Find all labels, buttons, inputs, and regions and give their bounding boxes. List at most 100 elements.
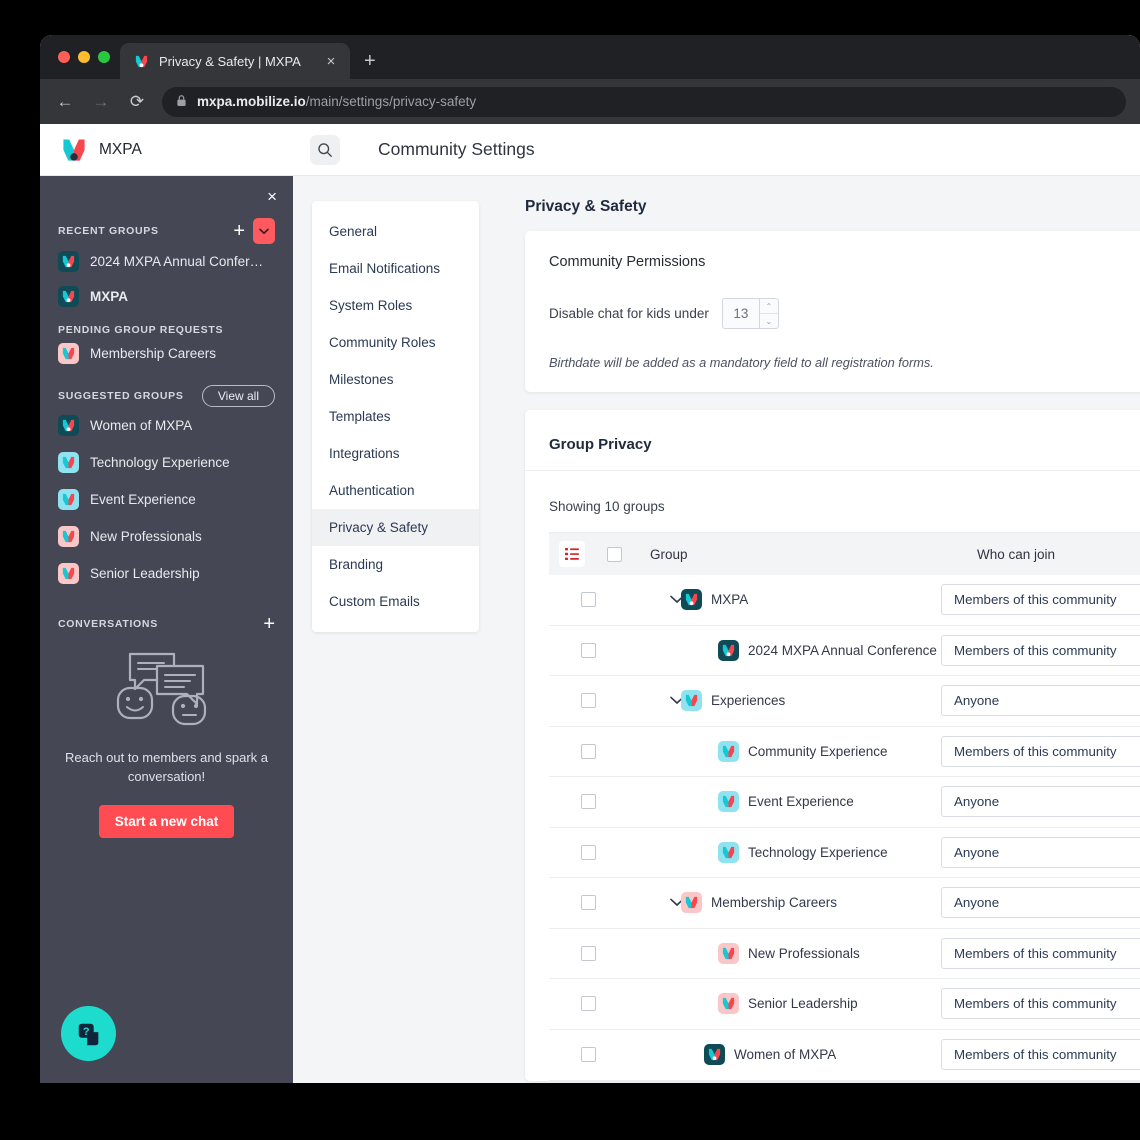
list-item[interactable]: Technology Experience (58, 444, 275, 481)
close-icon[interactable]: × (322, 54, 340, 69)
who-can-join-select[interactable]: Anyone (941, 887, 1140, 919)
settings-nav-item-community-roles[interactable]: Community Roles (312, 324, 479, 361)
table-row[interactable]: Event Experience Anyone (549, 777, 1140, 828)
table-row[interactable]: MXPA Members of this community (549, 575, 1140, 626)
row-checkbox[interactable] (581, 895, 596, 911)
who-can-join-select[interactable]: Members of this community (941, 735, 1140, 767)
list-item[interactable]: MXPA (58, 279, 275, 314)
minimize-window-button[interactable] (78, 51, 90, 63)
age-input[interactable] (722, 299, 759, 328)
view-all-button[interactable]: View all (201, 385, 275, 407)
row-group-cell: New Professionals (718, 942, 860, 964)
browser-tab[interactable]: Privacy & Safety | MXPA × (120, 43, 350, 79)
add-group-icon[interactable]: + (233, 221, 245, 241)
row-group-cell: Senior Leadership (718, 993, 858, 1015)
settings-nav-item-authentication[interactable]: Authentication (312, 472, 479, 509)
group-avatar (704, 1044, 725, 1066)
list-item[interactable]: 2024 MXPA Annual Confer… (58, 244, 275, 279)
list-item[interactable]: Senior Leadership (58, 555, 275, 592)
recent-groups-actions: + (233, 218, 275, 244)
group-avatar (718, 740, 739, 762)
settings-nav-item-templates[interactable]: Templates (312, 398, 479, 435)
list-view-icon[interactable] (559, 541, 585, 567)
who-can-join-select[interactable]: Members of this community (941, 634, 1140, 666)
row-checkbox[interactable] (581, 844, 596, 860)
row-group-name: Community Experience (748, 743, 888, 759)
maximize-window-button[interactable] (98, 51, 110, 63)
list-item[interactable]: Event Experience (58, 481, 275, 518)
close-window-button[interactable] (58, 51, 70, 63)
table-row[interactable]: Senior Leadership Members of this commun… (549, 979, 1140, 1030)
help-question-icon[interactable]: ? (61, 1006, 116, 1061)
who-can-join-select[interactable]: Members of this community (941, 1039, 1140, 1071)
list-item[interactable]: Women of MXPA (58, 407, 275, 444)
group-avatar (718, 942, 739, 964)
address-bar[interactable]: mxpa.mobilize.io/main/settings/privacy-s… (162, 86, 1126, 117)
address-bar-text: mxpa.mobilize.io/main/settings/privacy-s… (197, 93, 476, 111)
table-row[interactable]: 2024 MXPA Annual Conference Members of t… (549, 626, 1140, 676)
age-spinner[interactable]: ⌃ ⌄ (758, 299, 778, 328)
settings-nav-item-branding[interactable]: Branding (312, 546, 479, 583)
settings-nav-item-privacy-safety[interactable]: Privacy & Safety (312, 509, 479, 546)
select-value: Anyone (954, 693, 1000, 709)
select-value: Anyone (954, 895, 1000, 911)
community-permissions-heading: Community Permissions (549, 254, 706, 270)
search-icon[interactable] (310, 134, 340, 165)
table-row[interactable]: Technology Experience Anyone (549, 828, 1140, 878)
new-conversation-icon[interactable]: + (263, 614, 275, 634)
select-all-checkbox[interactable] (607, 546, 622, 562)
brand-name: MXPA (99, 140, 142, 158)
row-checkbox[interactable] (581, 1047, 596, 1063)
settings-nav-item-integrations[interactable]: Integrations (312, 435, 479, 472)
list-item-label: Technology Experience (90, 455, 230, 470)
table-row[interactable]: New Professionals Members of this commun… (549, 929, 1140, 979)
group-avatar (681, 892, 702, 914)
settings-nav-item-milestones[interactable]: Milestones (312, 361, 479, 398)
who-can-join-select[interactable]: Members of this community (941, 584, 1140, 616)
recent-groups-list: 2024 MXPA Annual Confer… MXPA (58, 244, 275, 314)
reload-icon[interactable]: ⟳ (126, 91, 148, 113)
table-row[interactable]: Community Experience Members of this com… (549, 727, 1140, 777)
select-value: Members of this community (954, 642, 1117, 658)
stepper-up-icon[interactable]: ⌃ (759, 299, 778, 314)
table-row[interactable]: Membership Careers Anyone (549, 878, 1140, 929)
row-checkbox[interactable] (581, 794, 596, 810)
who-can-join-select[interactable]: Anyone (941, 786, 1140, 818)
forward-icon[interactable]: → (90, 91, 112, 113)
close-sidebar-icon[interactable]: × (267, 188, 277, 205)
who-can-join-select[interactable]: Members of this community (941, 937, 1140, 969)
row-group-name: Event Experience (748, 794, 854, 810)
row-checkbox[interactable] (581, 996, 596, 1012)
row-checkbox[interactable] (581, 945, 596, 961)
back-icon[interactable]: ← (54, 91, 76, 113)
settings-nav-item-system-roles[interactable]: System Roles (312, 287, 479, 324)
list-item[interactable]: New Professionals (58, 518, 275, 555)
row-group-cell: Technology Experience (718, 841, 888, 863)
group-menu-button[interactable] (253, 218, 275, 244)
row-checkbox[interactable] (581, 592, 596, 608)
group-avatar (681, 690, 702, 712)
start-new-chat-button[interactable]: Start a new chat (98, 804, 235, 838)
row-checkbox[interactable] (581, 743, 596, 759)
brand-logo[interactable]: MXPA (40, 137, 293, 163)
new-tab-button[interactable]: + (364, 51, 376, 71)
who-can-join-select[interactable]: Anyone (941, 685, 1140, 717)
stepper-down-icon[interactable]: ⌄ (760, 314, 778, 328)
main-content: Privacy & Safety Community Permissions D… (487, 176, 1140, 1083)
who-can-join-select[interactable]: Anyone (941, 836, 1140, 868)
list-item[interactable]: Membership Careers (58, 336, 275, 371)
settings-nav-item-custom-emails[interactable]: Custom Emails (312, 583, 479, 620)
suggested-groups-header: SUGGESTED GROUPS View all (58, 385, 275, 407)
age-stepper[interactable]: ⌃ ⌄ (721, 298, 779, 329)
settings-nav-item-email-notifications[interactable]: Email Notifications (312, 250, 479, 287)
settings-nav: General Email Notifications System Roles… (312, 201, 479, 632)
recent-groups-header: RECENT GROUPS + (58, 218, 275, 244)
conversations-header: CONVERSATIONS + (58, 614, 275, 634)
who-can-join-select[interactable]: Members of this community (941, 988, 1140, 1020)
group-avatar (58, 251, 79, 272)
table-row[interactable]: Women of MXPA Members of this community (549, 1030, 1140, 1081)
row-checkbox[interactable] (581, 693, 596, 709)
settings-nav-item-general[interactable]: General (312, 213, 479, 250)
table-row[interactable]: Experiences Anyone (549, 676, 1140, 727)
row-checkbox[interactable] (581, 642, 596, 658)
